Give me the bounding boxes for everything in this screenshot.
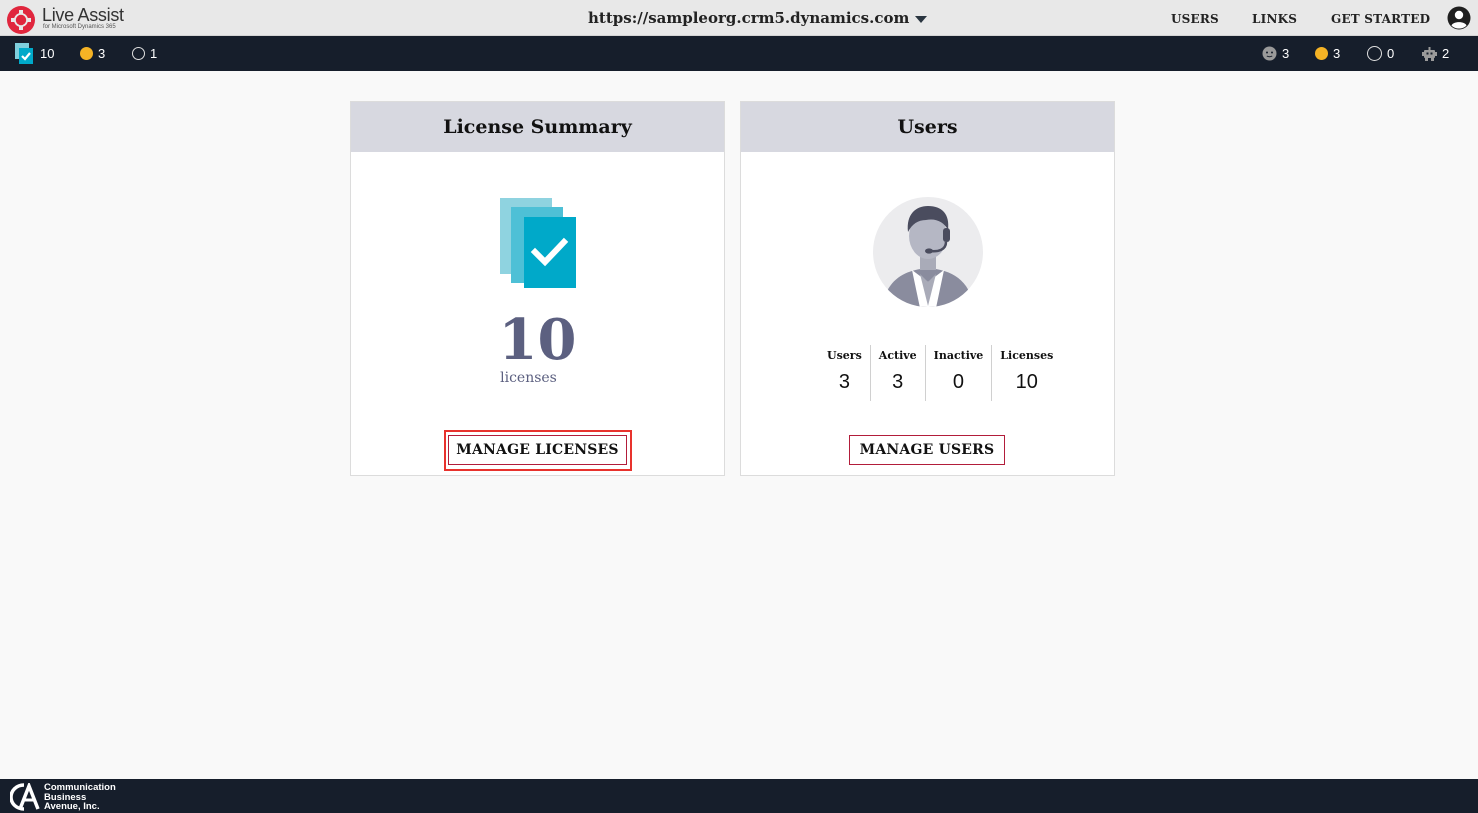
status-dot-orange-icon [80, 47, 93, 60]
headset-agent-icon [873, 197, 983, 307]
users-title: Users [741, 102, 1114, 152]
nav-users[interactable]: USERS [1171, 12, 1219, 26]
users-stat-active: Active 3 [871, 345, 926, 401]
stat-label: Licenses [1000, 349, 1054, 362]
stat-value: 3 [838, 371, 850, 393]
license-status[interactable]: 10 [15, 36, 54, 71]
bots-status[interactable]: 2 [1422, 36, 1449, 71]
face-icon [1262, 46, 1277, 61]
nav-get-started[interactable]: GET STARTED [1331, 12, 1430, 26]
company-name: Communication Business Avenue, Inc. [44, 783, 116, 812]
footer: Communication Business Avenue, Inc. [0, 779, 1478, 813]
stat-label: Users [827, 349, 862, 362]
robot-icon [1422, 46, 1437, 61]
away-status-count: 3 [1282, 46, 1290, 61]
lifebuoy-icon [7, 6, 35, 34]
status-dot-orange-icon [1315, 47, 1328, 60]
user-circle-icon[interactable] [1447, 6, 1471, 30]
company-line: Avenue, Inc. [44, 801, 100, 812]
app-name: Live Assist [42, 5, 124, 25]
chevron-down-icon [915, 15, 928, 23]
license-unit-label: licenses [500, 370, 557, 386]
stat-value: 0 [952, 371, 965, 393]
company-logo-icon [10, 783, 40, 811]
busy-status[interactable]: 3 [80, 36, 105, 71]
stat-value: 3 [892, 371, 904, 393]
away-status[interactable]: 3 [1262, 36, 1289, 71]
users-stat-inactive: Inactive 0 [926, 345, 993, 401]
license-summary-title: License Summary [351, 102, 724, 152]
users-stat-licenses: Licenses 10 [992, 345, 1061, 401]
stat-label: Inactive [933, 349, 984, 362]
app-subtitle: for Microsoft Dynamics 365 [43, 24, 116, 30]
status-bar: 10 3 1 3 3 0 2 [0, 36, 1478, 71]
stat-value: 10 [1015, 371, 1038, 393]
users-stat-users: Users 3 [819, 345, 871, 401]
top-header: Live Assist for Microsoft Dynamics 365 h… [0, 0, 1478, 36]
offline-status-right-count: 0 [1387, 46, 1395, 61]
license-summary-card: License Summary 10 licenses MANAGE LICEN… [350, 101, 725, 476]
offline-status-right[interactable]: 0 [1367, 36, 1394, 71]
manage-licenses-button[interactable]: MANAGE LICENSES [448, 435, 627, 465]
busy-status-count: 3 [98, 46, 106, 61]
nav-links[interactable]: LINKS [1252, 12, 1297, 26]
status-dot-hollow-icon [132, 47, 145, 60]
bots-status-count: 2 [1442, 46, 1450, 61]
busy-status-right-count: 3 [1333, 46, 1341, 61]
manage-users-button[interactable]: MANAGE USERS [849, 435, 1005, 465]
offline-status[interactable]: 1 [132, 36, 157, 71]
license-status-count: 10 [40, 46, 55, 61]
license-count: 10 [498, 307, 577, 373]
users-stats: Users 3 Active 3 Inactive 0 Licenses 10 [819, 345, 1061, 401]
busy-status-right[interactable]: 3 [1315, 36, 1340, 71]
stat-label: Active [878, 349, 917, 362]
app-logo[interactable]: Live Assist for Microsoft Dynamics 365 [6, 3, 156, 34]
license-check-icon [500, 198, 576, 288]
org-url-label: https://sampleorg.crm5.dynamics.com [588, 9, 910, 27]
license-check-icon [15, 42, 33, 64]
status-dot-hollow-icon [1367, 46, 1382, 61]
users-card: Users Users 3 Active 3 Inactive 0 Licens… [740, 101, 1115, 476]
offline-status-count: 1 [150, 46, 158, 61]
org-url-dropdown[interactable]: https://sampleorg.crm5.dynamics.com [588, 9, 928, 27]
